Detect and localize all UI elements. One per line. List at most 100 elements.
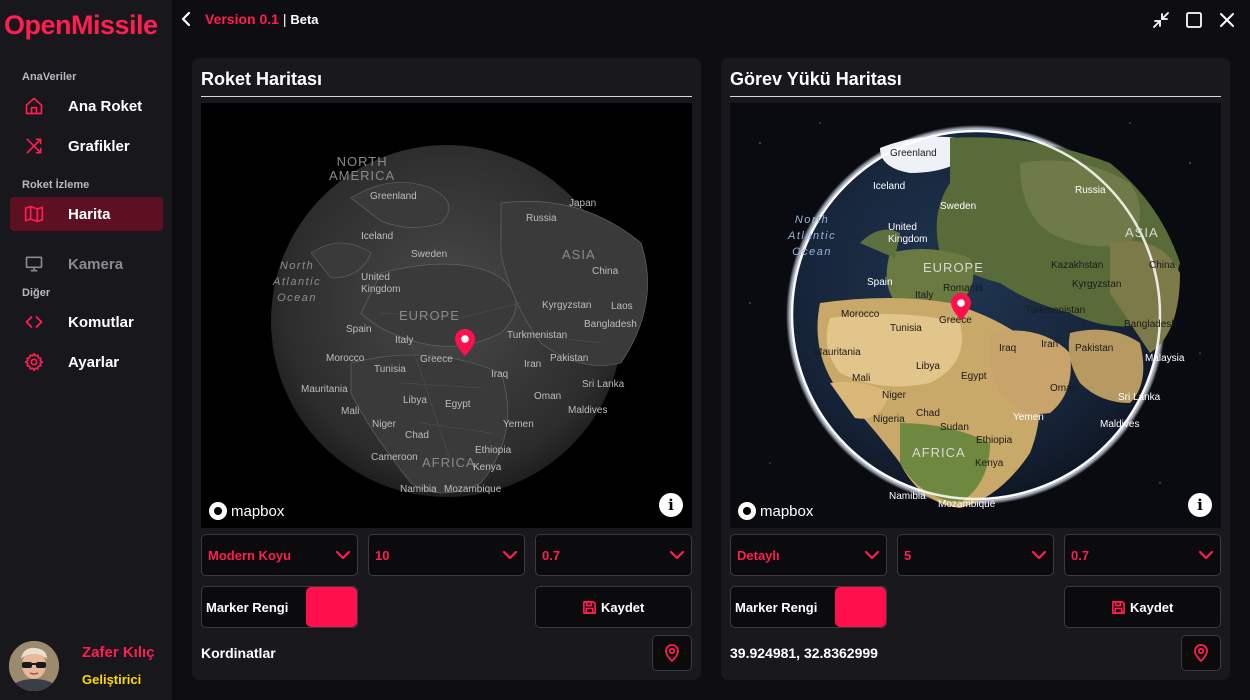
close-window-icon[interactable] xyxy=(1217,10,1237,30)
map-label-ocean: North Atlantic Ocean xyxy=(273,260,322,304)
select-value: 0.7 xyxy=(542,548,561,563)
select-value: 10 xyxy=(375,548,390,563)
map-info-button[interactable]: i xyxy=(1188,493,1212,517)
map-label-place: Russia xyxy=(526,213,557,224)
map-label-place: Iran xyxy=(1041,339,1059,350)
chevron-down-icon xyxy=(335,550,351,560)
map-label-place: Pakistan xyxy=(1075,343,1114,354)
save-icon xyxy=(583,601,596,614)
payload-map[interactable]: North Atlantic Ocean EUROPE ASIA AFRICA Gr… xyxy=(730,103,1221,528)
code-icon xyxy=(25,316,43,328)
avatar-image xyxy=(9,641,59,691)
chevron-down-icon xyxy=(864,550,880,560)
mapbox-logo-icon xyxy=(209,502,227,520)
mapbox-text: mapbox xyxy=(760,502,814,520)
map-opacity-select[interactable]: 0.7 xyxy=(535,534,692,576)
map-style-select[interactable]: Modern Koyu xyxy=(201,534,358,576)
map-label-place: Greece xyxy=(420,354,453,365)
monitor-icon xyxy=(25,256,43,272)
save-icon xyxy=(1112,601,1125,614)
rocket-map[interactable]: NORTH AMERICA North Atlantic Ocean EUROPE A… xyxy=(201,103,692,528)
sidebar-item-label: Komutlar xyxy=(68,314,134,331)
shuffle-icon xyxy=(26,138,42,154)
sidebar-item-label: Grafikler xyxy=(68,138,130,155)
map-label-place: Spain xyxy=(867,277,893,288)
map-label-asia: ASIA xyxy=(562,247,596,262)
map-label-place: Greenland xyxy=(890,148,937,159)
map-label-place: Pakistan xyxy=(550,353,589,364)
back-icon[interactable] xyxy=(180,10,194,28)
locate-button[interactable] xyxy=(652,635,692,671)
map-label-place: Ethiopia xyxy=(976,435,1013,446)
beta-label: Beta xyxy=(290,12,319,27)
avatar[interactable] xyxy=(9,641,59,691)
map-label-place: Kyrgyzstan xyxy=(542,300,592,311)
mapbox-attribution[interactable]: mapbox xyxy=(209,502,284,520)
map-label-place: Oman xyxy=(534,391,562,402)
map-marker-pin-icon[interactable] xyxy=(951,293,971,320)
map-label-place: Sudan xyxy=(940,422,969,433)
sidebar-item-ana-roket[interactable]: Ana Roket xyxy=(10,89,163,123)
section-label-tracking: Roket İzleme xyxy=(22,179,90,191)
sidebar-item-kamera[interactable]: Kamera xyxy=(10,247,163,281)
chevron-down-icon xyxy=(502,550,518,560)
sidebar-item-ayarlar[interactable]: Ayarlar xyxy=(10,345,163,379)
map-label-place: Iceland xyxy=(873,181,906,192)
panel-title: Görev Yükü Haritası xyxy=(730,69,902,89)
map-label-place: Nigeria xyxy=(873,414,905,425)
map-label-place: Morocco xyxy=(841,309,880,320)
map-label-place: Kazakhstan xyxy=(1051,260,1104,271)
section-label-main-data: AnaVeriler xyxy=(22,71,77,83)
map-style-select[interactable]: Detaylı xyxy=(730,534,887,576)
map-label-place: Mozambique xyxy=(938,499,996,510)
map-info-button[interactable]: i xyxy=(659,493,683,517)
map-label-place: Japan xyxy=(569,198,597,209)
marker-color-swatch[interactable] xyxy=(835,587,886,627)
sidebar-item-harita[interactable]: Harita xyxy=(10,197,163,231)
map-label-place: Tunisia xyxy=(890,323,922,334)
map-label-place: Maldives xyxy=(568,405,608,416)
map-zoom-select[interactable]: 5 xyxy=(897,534,1054,576)
map-label-place: Russia xyxy=(1075,185,1106,196)
save-button[interactable]: Kaydet xyxy=(535,586,692,628)
marker-color-swatch[interactable] xyxy=(306,587,357,627)
map-label-place: Turkmenistan xyxy=(507,330,568,341)
map-label-place: Bangladesh xyxy=(1124,319,1177,330)
user-name: Zafer Kılıç xyxy=(82,644,155,661)
mapbox-attribution[interactable]: mapbox xyxy=(738,502,813,520)
marker-color-button[interactable]: Marker Rengi xyxy=(201,586,358,628)
map-label-north-america: NORTH AMERICA xyxy=(329,154,396,184)
save-button[interactable]: Kaydet xyxy=(1064,586,1221,628)
title-divider xyxy=(730,96,1221,97)
map-label-place: Chad xyxy=(405,430,429,441)
locate-button[interactable] xyxy=(1181,635,1221,671)
select-value: 5 xyxy=(904,548,912,563)
chevron-down-icon xyxy=(1031,550,1047,560)
map-label-place: Italy xyxy=(395,335,414,346)
marker-color-button[interactable]: Marker Rengi xyxy=(730,586,887,628)
map-label-place: United Kingdom xyxy=(888,222,928,245)
map-label-place: Iraq xyxy=(491,369,509,380)
map-label-place: Malaysia xyxy=(1145,353,1185,364)
map-zoom-select[interactable]: 10 xyxy=(368,534,525,576)
maximize-window-icon[interactable] xyxy=(1184,10,1204,30)
map-label-place: Egypt xyxy=(961,371,987,382)
sidebar-item-label: Kamera xyxy=(68,256,124,273)
user-role: Geliştirici xyxy=(82,672,142,687)
map-label-place: Sweden xyxy=(411,249,448,260)
map-label-place: Greenland xyxy=(370,191,417,202)
map-opacity-select[interactable]: 0.7 xyxy=(1064,534,1221,576)
map-label-europe: EUROPE xyxy=(923,260,984,275)
sidebar-item-grafikler[interactable]: Grafikler xyxy=(10,129,163,163)
select-value: 0.7 xyxy=(1071,548,1090,563)
marker-color-label: Marker Rengi xyxy=(206,600,289,615)
save-label: Kaydet xyxy=(601,600,645,615)
coordinates-label: Kordinatlar xyxy=(201,645,276,661)
minimize-window-icon[interactable] xyxy=(1151,10,1171,30)
map-label-place: Oman xyxy=(1050,383,1078,394)
map-label-place: Sweden xyxy=(940,201,977,212)
select-value: Modern Koyu xyxy=(208,548,292,563)
map-marker-pin-icon[interactable] xyxy=(455,329,475,356)
sidebar-item-komutlar[interactable]: Komutlar xyxy=(10,305,163,339)
map-label-europe: EUROPE xyxy=(399,308,460,323)
